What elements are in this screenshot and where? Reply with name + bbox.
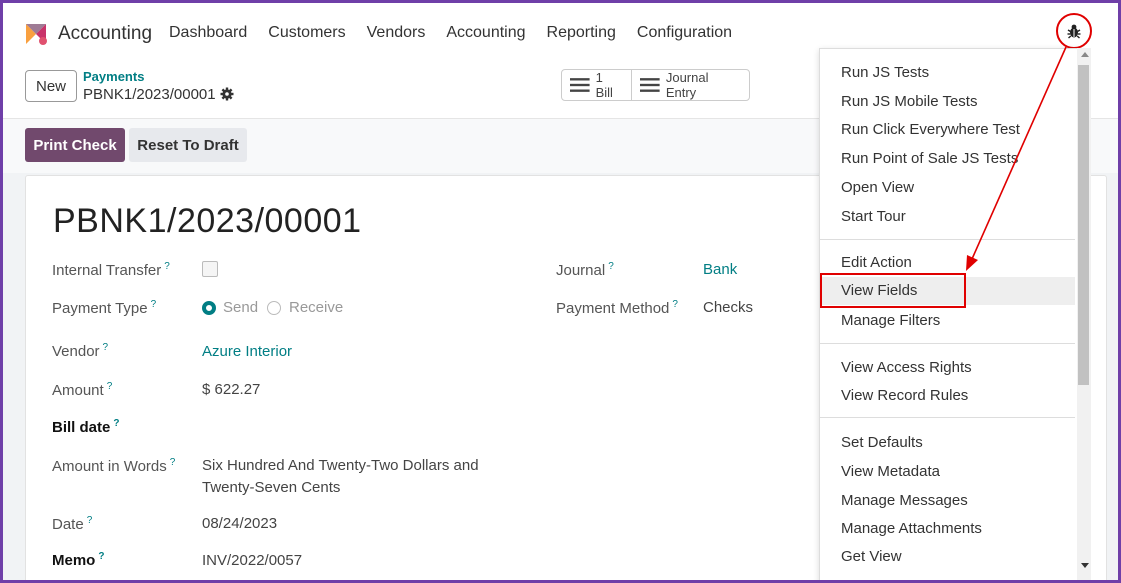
gear-icon[interactable]: [220, 87, 234, 101]
payment-type-send-radio[interactable]: [202, 301, 216, 315]
bill-date-label: Bill date?: [52, 418, 120, 436]
menu-item-run-pos-js-tests[interactable]: Run Point of Sale JS Tests: [820, 145, 1075, 173]
menu-item-open-view[interactable]: Open View: [820, 174, 1075, 202]
amount-in-words-line1: Six Hundred And Twenty-Two Dollars and: [202, 457, 479, 474]
date-value[interactable]: 08/24/2023: [202, 515, 277, 532]
journal-entry-label: Journal Entry: [665, 70, 709, 100]
amount-label: Amount?: [52, 381, 113, 399]
menu-item-run-click-everywhere-test[interactable]: Run Click Everywhere Test: [820, 116, 1075, 144]
menu-item-get-view[interactable]: Get View: [820, 543, 1075, 571]
menu-item-view-record-rules[interactable]: View Record Rules: [820, 382, 1075, 410]
amount-value[interactable]: $ 622.27: [202, 381, 260, 398]
payment-method-value[interactable]: Checks: [703, 299, 753, 316]
internal-transfer-label: Internal Transfer?: [52, 261, 170, 279]
annotation-highlight-box: [820, 273, 966, 308]
payment-type-label: Payment Type?: [52, 299, 157, 317]
payment-type-receive-radio[interactable]: [267, 301, 281, 315]
list-icon: [570, 78, 590, 92]
vendor-label: Vendor?: [52, 342, 109, 360]
help-marker[interactable]: ?: [170, 457, 176, 468]
list-icon: [640, 78, 660, 92]
memo-label: Memo?: [52, 551, 105, 569]
new-button[interactable]: New: [25, 70, 77, 102]
bug-icon: [1067, 24, 1081, 39]
bill-smart-button[interactable]: 1 Bill: [562, 70, 631, 100]
payment-type-receive-label: Receive: [289, 299, 344, 316]
memo-value[interactable]: INV/2022/0057: [202, 552, 302, 569]
smart-buttons: 1 Bill Journal Entry: [561, 69, 750, 101]
help-marker[interactable]: ?: [608, 261, 614, 272]
help-marker[interactable]: ?: [672, 299, 678, 310]
accounting-app-icon[interactable]: [23, 21, 49, 47]
scroll-up-arrow-icon[interactable]: [1081, 52, 1089, 57]
help-marker[interactable]: ?: [151, 299, 157, 310]
reset-to-draft-button[interactable]: Reset To Draft: [129, 128, 247, 162]
amount-in-words-line2: Twenty-Seven Cents: [202, 479, 341, 496]
menu-item-view-metadata[interactable]: View Metadata: [820, 458, 1075, 486]
menu-reporting[interactable]: Reporting: [547, 24, 616, 42]
menu-dashboard[interactable]: Dashboard: [169, 24, 247, 42]
help-marker[interactable]: ?: [98, 551, 104, 562]
menu-configuration[interactable]: Configuration: [637, 24, 732, 42]
vendor-value[interactable]: Azure Interior: [202, 343, 292, 360]
journal-entry-smart-button[interactable]: Journal Entry: [631, 70, 749, 100]
menu-divider: [820, 343, 1075, 344]
scroll-down-arrow-icon[interactable]: [1081, 563, 1089, 568]
record-title: PBNK1/2023/00001: [53, 202, 362, 240]
help-marker[interactable]: ?: [87, 515, 93, 526]
menu-item-start-tour[interactable]: Start Tour: [820, 203, 1075, 231]
app-name[interactable]: Accounting: [58, 23, 152, 45]
debug-button[interactable]: [1056, 13, 1092, 49]
breadcrumb-current: PBNK1/2023/00001: [83, 86, 216, 103]
main-menu: Dashboard Customers Vendors Accounting R…: [169, 24, 732, 42]
menu-customers[interactable]: Customers: [268, 24, 345, 42]
help-marker[interactable]: ?: [113, 418, 119, 429]
internal-transfer-checkbox[interactable]: [202, 261, 218, 277]
menu-accounting[interactable]: Accounting: [446, 24, 525, 42]
payment-type-send-label: Send: [223, 299, 259, 316]
menu-vendors[interactable]: Vendors: [367, 24, 426, 42]
payment-method-label: Payment Method?: [556, 299, 678, 317]
menu-scrollbar-thumb[interactable]: [1078, 65, 1089, 385]
menu-item-manage-messages[interactable]: Manage Messages: [820, 487, 1075, 515]
debug-dropdown-menu: Run JS Tests Run JS Mobile Tests Run Cli…: [819, 48, 1079, 580]
menu-divider: [820, 417, 1075, 418]
help-marker[interactable]: ?: [103, 342, 109, 353]
journal-label: Journal?: [556, 261, 614, 279]
menu-item-manage-attachments[interactable]: Manage Attachments: [820, 515, 1075, 543]
screenshot-frame: Accounting Dashboard Customers Vendors A…: [0, 0, 1121, 583]
help-marker[interactable]: ?: [107, 381, 113, 392]
bill-count-label: 1 Bill: [595, 70, 613, 100]
breadcrumb-payments[interactable]: Payments: [83, 69, 144, 84]
menu-item-manage-filters[interactable]: Manage Filters: [820, 307, 1075, 335]
menu-item-view-access-rights[interactable]: View Access Rights: [820, 354, 1075, 382]
print-check-button[interactable]: Print Check: [25, 128, 125, 162]
help-marker[interactable]: ?: [164, 261, 170, 272]
journal-value[interactable]: Bank: [703, 261, 737, 278]
menu-item-set-defaults[interactable]: Set Defaults: [820, 429, 1075, 457]
menu-item-run-js-mobile-tests[interactable]: Run JS Mobile Tests: [820, 88, 1075, 116]
menu-item-run-js-tests[interactable]: Run JS Tests: [820, 59, 1075, 87]
date-label: Date?: [52, 515, 93, 533]
amount-in-words-label: Amount in Words?: [52, 457, 176, 475]
menu-divider: [820, 239, 1075, 240]
